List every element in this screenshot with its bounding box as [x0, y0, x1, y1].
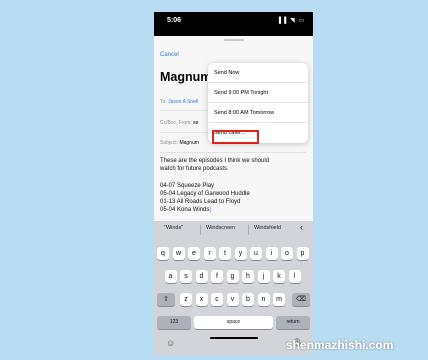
divider	[200, 225, 201, 235]
to-recipient[interactable]: Jason A Snell	[168, 99, 198, 105]
key-l[interactable]: l	[288, 270, 301, 283]
keyboard: "Winds" Windscreen Windshield ‹ q w e r …	[154, 221, 313, 355]
key-m[interactable]: m	[273, 293, 285, 306]
key-d[interactable]: d	[195, 270, 208, 283]
divider	[248, 225, 249, 235]
suggestion-2[interactable]: Windscreen	[206, 225, 235, 231]
key-x[interactable]: x	[195, 293, 208, 306]
to-label: To:	[160, 99, 167, 105]
backspace-key[interactable]: ⌫	[292, 293, 310, 306]
key-t[interactable]: t	[219, 247, 231, 260]
key-e[interactable]: e	[188, 247, 200, 260]
numbers-key[interactable]: 123	[157, 316, 191, 329]
chevron-left-icon[interactable]: ‹	[300, 222, 303, 232]
body-line[interactable]: These are the episodes I think we should	[160, 157, 269, 165]
episode-line[interactable]: 05-04 Kona Winds|	[160, 206, 211, 214]
key-v[interactable]: v	[226, 293, 239, 306]
key-y[interactable]: y	[234, 247, 247, 260]
subject-row[interactable]: Subject: Magnum	[160, 140, 199, 146]
subject-value[interactable]: Magnum	[179, 140, 198, 146]
emoji-icon[interactable]: ☺	[166, 338, 175, 348]
key-c[interactable]: c	[211, 293, 223, 306]
key-n[interactable]: n	[257, 293, 270, 306]
key-w[interactable]: w	[172, 247, 185, 260]
highlight-box	[212, 130, 259, 144]
cancel-button[interactable]: Cancel	[160, 52, 179, 58]
key-z[interactable]: z	[180, 293, 192, 306]
signal-wifi-battery-icon: ▐▐ ◥ ▭	[276, 18, 305, 24]
space-key[interactable]: space	[194, 316, 273, 329]
key-g[interactable]: g	[226, 270, 239, 283]
status-time: 5:06	[167, 17, 182, 24]
key-j[interactable]: j	[257, 270, 270, 283]
key-r[interactable]: r	[203, 247, 216, 260]
body-line[interactable]: watch for future podcasts.	[160, 165, 229, 173]
return-key[interactable]: return	[276, 316, 310, 329]
key-f[interactable]: f	[211, 270, 223, 283]
to-row[interactable]: To: Jason A Snell	[160, 99, 198, 105]
key-b[interactable]: b	[242, 293, 254, 306]
key-p[interactable]: p	[296, 247, 309, 260]
episode-line[interactable]: 05-04 Legacy of Garwood Huddle	[160, 190, 250, 198]
phone-screen: 5:06 ▐▐ ◥ ▭ Cancel Magnum episodes ↑ To:…	[154, 12, 313, 355]
suggestion-1[interactable]: "Winds"	[164, 225, 183, 231]
cc-label: Cc/Bcc, From:	[160, 120, 192, 126]
suggestion-3[interactable]: Windshield	[254, 225, 281, 231]
sheet-grabber[interactable]	[224, 39, 244, 41]
key-h[interactable]: h	[242, 270, 254, 283]
episode-line[interactable]: 01-13 All Roads Lead to Floyd	[160, 198, 240, 206]
key-q[interactable]: q	[157, 247, 169, 260]
key-o[interactable]: o	[281, 247, 293, 260]
episode-line[interactable]: 04-07 Squeeze Play	[160, 182, 214, 190]
episode-text: 05-04 Kona Winds	[160, 207, 210, 213]
menu-item-send-tonight[interactable]: Send 9:00 PM Tonight	[208, 83, 308, 103]
key-u[interactable]: u	[250, 247, 262, 260]
divider	[160, 152, 306, 153]
cc-from-row[interactable]: Cc/Bcc, From: se	[160, 120, 198, 126]
watermark: shenmazhishi.com	[286, 338, 394, 352]
key-i[interactable]: i	[265, 247, 278, 260]
key-k[interactable]: k	[273, 270, 285, 283]
status-bar: 5:06 ▐▐ ◥ ▭	[154, 12, 313, 36]
subject-label: Subject:	[160, 140, 179, 146]
home-indicator	[210, 337, 258, 339]
key-s[interactable]: s	[180, 270, 192, 283]
menu-item-send-now[interactable]: Send Now	[208, 63, 308, 83]
key-a[interactable]: a	[164, 270, 177, 283]
shift-key[interactable]: ⇧	[157, 293, 175, 306]
text-cursor: |	[209, 207, 211, 213]
cc-value: se	[193, 120, 199, 126]
menu-item-send-tomorrow[interactable]: Send 8:00 AM Tomorrow	[208, 103, 308, 123]
